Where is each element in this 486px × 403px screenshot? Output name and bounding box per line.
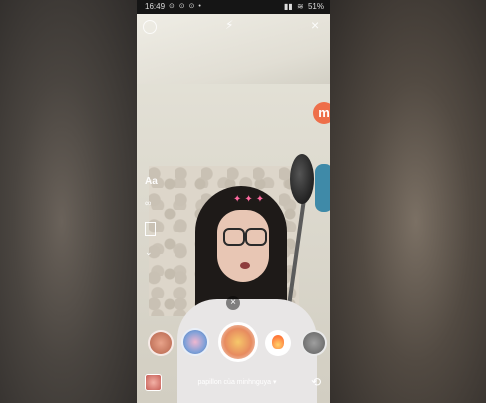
effect-caption[interactable]: papillon của minhnguya ▾ [187,378,287,386]
wifi-icon: ≋ [297,2,304,11]
status-time: 16:49 [145,2,166,11]
layout-icon[interactable] [145,222,156,236]
person-mouth [240,262,250,269]
remove-effect-icon[interactable]: × [226,296,240,310]
chevron-down-icon[interactable]: ⌄ [145,247,153,258]
blurred-background-right [330,0,486,403]
blurred-background-left [0,0,137,403]
signal-icon: ▮▮ [284,2,293,11]
ceiling [137,14,330,84]
battery-level: 51% [307,2,324,11]
text-tool-icon[interactable]: Aa [145,176,158,187]
microphone [315,164,330,212]
person-face [217,210,269,282]
status-bar: 16:49 ⊙ ⊙ ⊙ • ▮▮ ≋ 51% [137,0,330,14]
flip-camera-icon[interactable]: ⟲ [309,375,323,389]
effect-thumbnail-1[interactable] [148,330,174,356]
flame-icon [272,335,284,349]
effect-thumbnail-4[interactable] [265,330,291,356]
settings-icon[interactable] [143,20,157,34]
glasses-left-lens [223,228,245,246]
effect-thumbnail-5[interactable] [301,330,327,356]
brand-badge[interactable]: m [313,102,330,124]
pop-filter [290,154,314,204]
boomerang-icon[interactable]: ∞ [145,198,151,208]
glasses-right-lens [245,228,267,246]
close-icon[interactable]: × [311,17,319,33]
status-right: ▮▮ ≋ 51% [282,0,324,14]
effect-thumbnail-2[interactable] [181,328,209,356]
phone-screen: 16:49 ⊙ ⊙ ⊙ • ▮▮ ≋ 51% ✦✦✦ ⚡ × m Aa ∞ ⌄ … [137,0,330,403]
flash-off-icon[interactable]: ⚡ [225,18,233,32]
capture-button[interactable] [218,322,258,362]
ar-sparkle-ears: ✦✦✦ [233,194,268,205]
notification-icons: ⊙ ⊙ ⊙ • [169,3,202,10]
gallery-thumbnail[interactable] [145,374,162,391]
